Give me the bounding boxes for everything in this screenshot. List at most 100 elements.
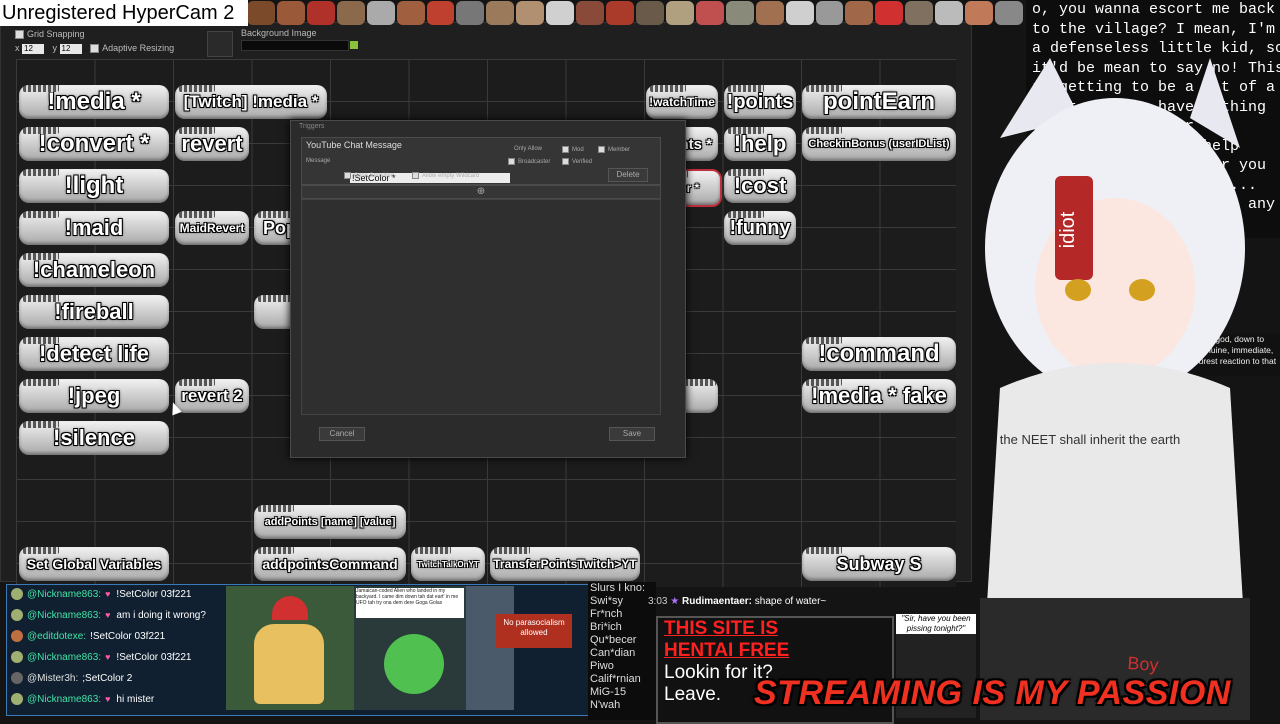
plus-icon: ⊕ [476,186,486,197]
tile-label: addpointsCommand [262,556,398,572]
x-label: x [15,43,20,53]
tile-label: TwitchTalkOnYT [417,559,479,569]
list-item: Calif*rnian [590,673,641,685]
trigger-type-label: YouTube Chat Message [306,140,402,150]
list-item: Fr*nch [590,608,623,620]
action-tile[interactable]: [Twitch] !media * [175,85,327,119]
action-tile[interactable]: !detect life [19,337,169,371]
wildcard-checkbox[interactable]: Allow empty Wildcard [412,172,479,179]
action-tile[interactable]: revert [175,127,249,161]
chat-message: @Nickname863: ♥ !SetColor 03f221 [11,648,191,666]
chat-message: @editdotexe: !SetColor 03f221 [11,627,165,645]
case-sensitive-checkbox[interactable]: Case Sensitive [344,172,394,179]
tile-label: revert [181,131,243,156]
chat-text: !SetColor 03f221 [116,588,192,600]
member-label: Member [608,147,631,154]
action-tile[interactable]: !media * [19,85,169,119]
add-trigger-button[interactable]: ⊕ [301,185,661,199]
broadcaster-checkbox[interactable]: Broadcaster [508,158,550,165]
action-tile[interactable]: !light [19,169,169,203]
adaptive-resizing-checkbox[interactable] [90,44,100,54]
member-checkbox[interactable]: Member [598,146,630,153]
vtuber-avatar: idiot the NEET shall inherit the earth [980,58,1250,720]
grid-snapping-checkbox[interactable] [15,30,24,40]
chat-username: @editdotexe: [27,630,87,642]
tile-label: pointEarn [823,88,935,115]
cancel-button[interactable]: Cancel [319,427,365,441]
action-tile[interactable]: !chameleon [19,253,169,287]
grid-snapping-label: Grid Snapping [27,29,85,39]
grid-y-field[interactable]: 12 [59,43,82,54]
message-text: shape of water~ [754,596,827,607]
headband-text: idiot [1057,211,1079,248]
action-tile[interactable]: MaidRevert [175,211,249,245]
grid-x-field[interactable]: 12 [22,43,45,54]
tile-label: !silence [53,425,135,450]
action-tile[interactable]: TransferPointsTwitch>YT [490,547,640,581]
action-tile[interactable]: addpointsCommand [254,547,406,581]
action-tile[interactable]: !points [724,85,796,119]
chat-text: ;SetColor 2 [82,672,133,684]
folder-icon[interactable] [350,41,358,49]
action-tile[interactable]: !silence [19,421,169,455]
action-tile[interactable]: !help [724,127,796,161]
sign-line: THIS SITE IS [664,618,779,639]
list-item: Can*dian [590,647,636,659]
delete-button[interactable]: Delete [608,168,648,182]
trigger-row[interactable]: YouTube Chat Message Message !SetColor *… [301,137,661,185]
tile-label: !chameleon [32,257,156,282]
action-tile[interactable]: revert 2 [175,379,249,413]
chat-username: @Nickname863: [27,588,102,600]
action-tile[interactable]: pointEarn [802,85,956,119]
tile-label: TransferPointsTwitch>YT [493,557,637,571]
dog-icon [254,624,324,704]
action-tile[interactable]: TwitchTalkOnYT [411,547,485,581]
action-tile[interactable]: addPoints [name] [value] [254,505,406,539]
color-swatch[interactable] [207,31,233,57]
mod-checkbox[interactable]: Mod [562,146,584,153]
case-sensitive-label: Case Sensitive [354,173,395,180]
chat-username: @Nickname863: [27,693,102,705]
heart-icon: ♥ [105,652,111,662]
parasocial-sign: No parasocialism allowed [496,614,572,648]
action-tile[interactable]: !media * fake [802,379,956,413]
avatar [11,693,23,705]
action-tile[interactable]: Set Global Variables [19,547,169,581]
avatar [11,630,23,642]
cap-icon [272,596,308,620]
chat-message: @Nickname863: ♥ hi mister [11,690,154,708]
grid-snapping-toggle[interactable]: Grid Snapping [15,29,85,40]
avatar [11,672,23,684]
heart-icon: ♥ [105,610,111,620]
verified-checkbox[interactable]: Verified [562,158,592,165]
action-tile[interactable]: !cost [724,169,796,203]
chat-message: @Nickname863: ♥ !SetColor 03f221 [11,585,191,603]
tile-label: !cost [733,173,787,198]
save-button[interactable]: Save [609,427,655,441]
tile-label: Set Global Variables [26,556,162,572]
avatar [11,609,23,621]
action-tile[interactable]: !command [802,337,956,371]
list-item: N'wah [590,699,621,711]
action-tile[interactable]: !fireball [19,295,169,329]
mod-label: Mod [572,147,584,154]
star-icon: ★ [670,596,680,607]
action-tile[interactable]: !convert * [19,127,169,161]
action-tile[interactable]: !maid [19,211,169,245]
background-image-field[interactable] [241,40,349,51]
action-tile[interactable]: Subway S [802,547,956,581]
action-tile[interactable]: CheckinBonus (userIDList) [802,127,956,161]
tile-label: !command [818,340,940,367]
heart-icon: ♥ [105,694,111,704]
action-tile[interactable]: !jpeg [19,379,169,413]
trigger-dialog: Triggers YouTube Chat Message Message !S… [290,120,686,458]
action-tile[interactable]: !funny [724,211,796,245]
verified-label: Verified [572,159,593,166]
action-tile[interactable]: !watchTime [646,85,718,119]
tile-label: !help [733,131,787,156]
list-item: Slurs I kno: [590,582,646,594]
tile-label: !convert * [38,130,150,157]
right-eye-icon [1129,279,1155,301]
tile-label: CheckinBonus (userIDList) [808,138,950,150]
list-item: Qu*becer [590,634,637,646]
